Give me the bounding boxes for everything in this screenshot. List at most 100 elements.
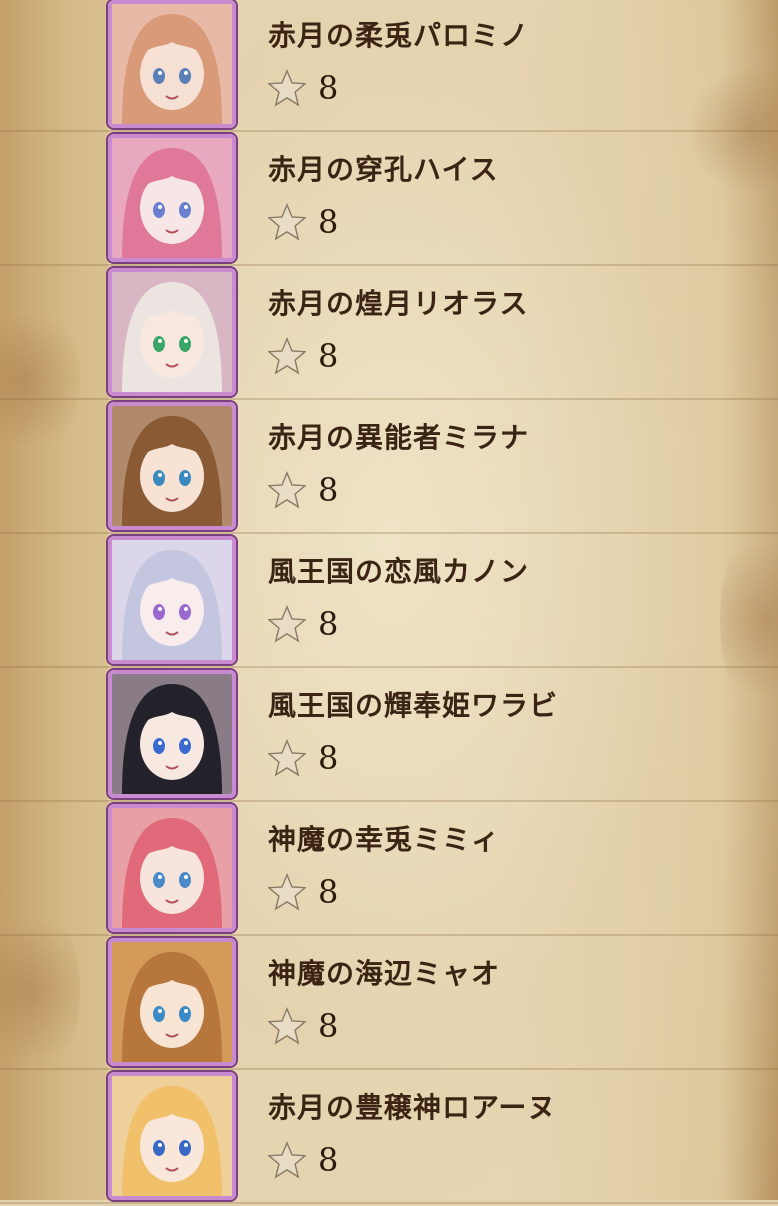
left-eye-highlight (158, 339, 162, 343)
unit-portrait[interactable] (108, 402, 236, 530)
row-divider (0, 1202, 778, 1204)
star-shape (268, 1007, 306, 1045)
left-eye-highlight (158, 71, 162, 75)
right-eye (179, 604, 191, 620)
unit-row[interactable]: 神魔の海辺ミャオ 8 (0, 938, 778, 1072)
star-shape (268, 337, 306, 375)
star-shape (268, 1141, 306, 1179)
hero-portrait-icon (112, 540, 232, 660)
star-icon (268, 873, 306, 911)
left-eye (153, 202, 165, 218)
right-eye (179, 202, 191, 218)
unit-row[interactable]: 赤月の煌月リオラス 8 (0, 268, 778, 402)
rarity-display: 8 (268, 66, 338, 110)
rarity-display: 8 (268, 200, 338, 244)
rarity-display: 8 (268, 736, 338, 780)
unit-row[interactable]: 風王国の恋風カノン 8 (0, 536, 778, 670)
unit-name: 赤月の異能者ミラナ (268, 421, 530, 454)
rarity-display: 8 (268, 602, 338, 646)
right-eye-highlight (184, 473, 188, 477)
unit-row[interactable]: 赤月の穿孔ハイス 8 (0, 134, 778, 268)
unit-portrait[interactable] (108, 1072, 236, 1200)
star-shape (268, 873, 306, 911)
star-icon (268, 337, 306, 375)
unit-name: 赤月の穿孔ハイス (268, 153, 499, 186)
right-eye-highlight (184, 339, 188, 343)
star-shape (268, 69, 306, 107)
rarity-value: 8 (318, 69, 339, 107)
unit-row[interactable]: 赤月の異能者ミラナ 8 (0, 402, 778, 536)
right-eye-highlight (184, 71, 188, 75)
star-icon (268, 69, 306, 107)
left-eye (153, 738, 165, 754)
hero-portrait-icon (112, 942, 232, 1062)
left-eye-highlight (158, 205, 162, 209)
unit-row[interactable]: 風王国の輝奉姫ワラビ 8 (0, 670, 778, 804)
unit-name: 赤月の柔兎パロミノ (268, 19, 530, 52)
left-eye-highlight (158, 1143, 162, 1147)
row-divider (0, 398, 778, 400)
right-eye (179, 1140, 191, 1156)
unit-portrait[interactable] (108, 0, 236, 128)
left-eye-highlight (158, 741, 162, 745)
unit-portrait[interactable] (108, 536, 236, 664)
star-shape (268, 203, 306, 241)
right-eye-highlight (184, 741, 188, 745)
right-eye (179, 68, 191, 84)
rarity-display: 8 (268, 1004, 338, 1048)
rarity-display: 8 (268, 870, 338, 914)
unit-portrait[interactable] (108, 938, 236, 1066)
row-divider (0, 1068, 778, 1070)
row-divider (0, 800, 778, 802)
star-icon (268, 605, 306, 643)
unit-name: 神魔の海辺ミャオ (268, 957, 501, 990)
unit-portrait[interactable] (108, 804, 236, 932)
rarity-value: 8 (318, 337, 339, 375)
star-icon (268, 1007, 306, 1045)
unit-portrait[interactable] (108, 134, 236, 262)
unit-name: 風王国の恋風カノン (268, 555, 530, 588)
right-eye (179, 738, 191, 754)
hero-portrait-icon (112, 406, 232, 526)
left-eye (153, 336, 165, 352)
row-divider (0, 264, 778, 266)
unit-row[interactable]: 赤月の豊穣神ロアーヌ 8 (0, 1072, 778, 1206)
rarity-display: 8 (268, 334, 338, 378)
star-icon (268, 739, 306, 777)
right-eye (179, 336, 191, 352)
unit-row[interactable]: 神魔の幸兎ミミィ 8 (0, 804, 778, 938)
row-divider (0, 532, 778, 534)
rarity-value: 8 (318, 1141, 339, 1179)
rarity-value: 8 (318, 739, 339, 777)
right-eye (179, 1006, 191, 1022)
right-eye-highlight (184, 1143, 188, 1147)
right-eye-highlight (184, 205, 188, 209)
unit-portrait[interactable] (108, 670, 236, 798)
row-divider (0, 934, 778, 936)
rarity-value: 8 (318, 203, 339, 241)
hero-portrait-icon (112, 4, 232, 124)
unit-portrait[interactable] (108, 268, 236, 396)
left-eye (153, 68, 165, 84)
left-eye-highlight (158, 875, 162, 879)
right-eye-highlight (184, 875, 188, 879)
star-shape (268, 605, 306, 643)
unit-row[interactable]: 赤月の柔兎パロミノ 8 (0, 0, 778, 134)
unit-name: 赤月の豊穣神ロアーヌ (268, 1091, 557, 1124)
right-eye (179, 872, 191, 888)
star-icon (268, 471, 306, 509)
right-eye-highlight (184, 607, 188, 611)
rarity-display: 8 (268, 468, 338, 512)
unit-name: 神魔の幸兎ミミィ (268, 823, 501, 856)
left-eye-highlight (158, 1009, 162, 1013)
star-shape (268, 471, 306, 509)
rarity-value: 8 (318, 605, 339, 643)
star-icon (268, 203, 306, 241)
left-eye (153, 470, 165, 486)
hero-portrait-icon (112, 674, 232, 794)
unit-name: 風王国の輝奉姫ワラビ (268, 689, 559, 722)
left-eye (153, 1140, 165, 1156)
left-eye (153, 872, 165, 888)
star-shape (268, 739, 306, 777)
left-eye-highlight (158, 473, 162, 477)
